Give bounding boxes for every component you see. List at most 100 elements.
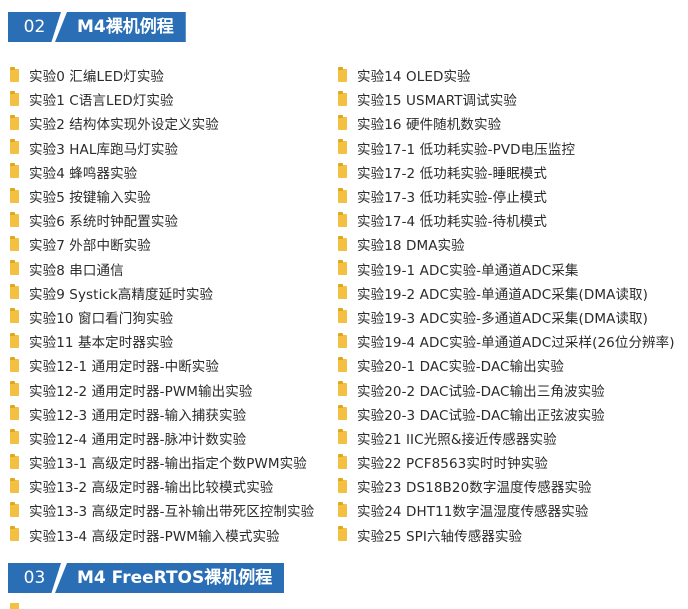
folder-icon (10, 66, 19, 82)
folder-icon (338, 211, 347, 227)
section-header-03: 03 M4 FreeRTOS裸机例程 (8, 563, 285, 593)
list-item[interactable]: 实验13-2 高级定时器-输出比较模式实验 (10, 474, 314, 498)
folder-icon (10, 211, 19, 227)
list-item-label: 实验10 窗口看门狗实验 (29, 310, 174, 327)
folder-icon (338, 308, 347, 324)
list-item-label: 实验20-2 DAC试验-DAC输出三角波实验 (357, 383, 605, 400)
list-item[interactable]: 实验21 IIC光照&接近传感器实验 (338, 426, 675, 450)
list-item-label: 实验23 DS18B20数字温度传感器实验 (357, 480, 592, 497)
list-item-label: 实验5 按键输入实验 (29, 190, 151, 207)
list-item[interactable]: 实验0 汇编LED灯实验 (10, 63, 314, 87)
list-item-label: 实验19-2 ADC实验-单通道ADC采集(DMA读取) (357, 286, 649, 303)
list-item[interactable]: 实验19-2 ADC实验-单通道ADC采集(DMA读取) (338, 281, 675, 305)
list-item-label: 实验7 外部中断实验 (29, 238, 151, 255)
list-item[interactable]: 实验22 PCF8563实时时钟实验 (338, 450, 675, 474)
list-item[interactable]: 实验13-3 高级定时器-互补输出带死区控制实验 (10, 498, 314, 522)
folder-icon (10, 114, 19, 130)
list-item[interactable]: 实验11 基本定时器实验 (10, 329, 314, 353)
folder-icon (338, 260, 347, 276)
list-item[interactable]: 实验20-2 DAC试验-DAC输出三角波实验 (338, 377, 675, 401)
folder-icon (10, 187, 19, 203)
folder-icon (338, 114, 347, 130)
list-item[interactable]: 实验12-4 通用定时器-脉冲计数实验 (10, 426, 314, 450)
list-item-label: 实验16 硬件随机数实验 (357, 117, 502, 134)
list-item[interactable]: 实验7 外部中断实验 (10, 232, 314, 256)
list-item[interactable]: 实验17-3 低功耗实验-停止模式 (338, 184, 675, 208)
list-item[interactable]: 实验25 SPI六轴传感器实验 (338, 523, 675, 547)
list-item-label: 实验17-4 低功耗实验-待机模式 (357, 214, 548, 231)
list-item[interactable]: 实验23 DS18B20数字温度传感器实验 (338, 474, 675, 498)
list-item-label: 实验1 C语言LED灯实验 (29, 93, 174, 110)
list-item-label: 实验24 DHT11数字温湿度传感器实验 (357, 504, 589, 521)
folder-icon (338, 381, 347, 397)
list-item[interactable]: 实验13-1 高级定时器-输出指定个数PWM实验 (10, 450, 314, 474)
folder-icon (10, 477, 19, 493)
folder-icon (10, 526, 19, 542)
folder-icon (10, 453, 19, 469)
folder-icon (338, 139, 347, 155)
folder-icon (10, 356, 19, 372)
folder-icon (10, 332, 19, 348)
list-item-label: 实验20-3 DAC试验-DAC输出正弦波实验 (357, 407, 605, 424)
right-column: 实验14 OLED实验实验15 USMART调试实验 实验16 硬件随机数实验实验… (338, 63, 675, 547)
folder-icon (10, 139, 19, 155)
list-item[interactable]: 实验17-4 低功耗实验-待机模式 (338, 208, 675, 232)
list-item[interactable]: 实验24 DHT11数字温湿度传感器实验 (338, 498, 675, 522)
list-item[interactable]: 实验5 按键输入实验 (10, 184, 314, 208)
list-item[interactable]: 实验8 串口通信 (10, 257, 314, 281)
list-item-label: 实验9 Systick高精度延时实验 (29, 286, 214, 303)
list-item-label: 实验17-3 低功耗实验-停止模式 (357, 190, 548, 207)
section-header-02: 02 M4裸机例程 (8, 12, 186, 42)
folder-icon (338, 429, 347, 445)
list-item-label: 实验13-4 高级定时器-PWM输入模式实验 (29, 528, 280, 545)
list-item[interactable]: 实验10 窗口看门狗实验 (10, 305, 314, 329)
list-item-label: 实验4 蜂鸣器实验 (29, 165, 138, 182)
folder-icon (338, 453, 347, 469)
list-item[interactable]: 实验15 USMART调试实验 (338, 87, 675, 111)
section-number: 03 (8, 563, 61, 593)
list-item-label: 实验25 SPI六轴传感器实验 (357, 528, 523, 545)
list-item[interactable]: 实验17-2 低功耗实验-睡眠模式 (338, 160, 675, 184)
folder-icon (10, 163, 19, 179)
list-item[interactable]: 实验17-1 低功耗实验-PVD电压监控 (338, 136, 675, 160)
list-item[interactable]: 实验16 硬件随机数实验 (338, 111, 675, 135)
list-item-label: 实验19-4 ADC实验-单通道ADC过采样(26位分辨率) (357, 335, 675, 352)
list-item[interactable]: 实验13-4 高级定时器-PWM输入模式实验 (10, 523, 314, 547)
folder-icon (338, 405, 347, 421)
folder-icon (338, 66, 347, 82)
folder-icon (338, 90, 347, 106)
list-item[interactable]: 实验19-1 ADC实验-单通道ADC采集 (338, 257, 675, 281)
list-item[interactable]: 实验9 Systick高精度延时实验 (10, 281, 314, 305)
folder-icon (338, 477, 347, 493)
list-item-label: 实验19-1 ADC实验-单通道ADC采集 (357, 262, 579, 279)
folder-icon (338, 501, 347, 517)
list-item[interactable]: 实验4 蜂鸣器实验 (10, 160, 314, 184)
list-item[interactable]: 实验18 DMA实验 (338, 232, 675, 256)
list-item[interactable]: 实验3 HAL库跑马灯实验 (10, 136, 314, 160)
list-item-label: 实验3 HAL库跑马灯实验 (29, 141, 179, 158)
list-item[interactable]: 实验19-3 ADC实验-多通道ADC采集(DMA读取) (338, 305, 675, 329)
list-item-label: 实验21 IIC光照&接近传感器实验 (357, 431, 557, 448)
section-title: M4 FreeRTOS裸机例程 (55, 563, 285, 593)
list-item-label: 实验12-3 通用定时器-输入捕获实验 (29, 407, 247, 424)
list-item-label: 实验17-1 低功耗实验-PVD电压监控 (357, 141, 576, 158)
list-item-label: 实验13-3 高级定时器-互补输出带死区控制实验 (29, 504, 315, 521)
left-column: 实验0 汇编LED灯实验 实验1 C语言LED灯实验 实验2 结构体实现外设定义实验… (10, 63, 314, 547)
list-item[interactable]: 实验20-3 DAC试验-DAC输出正弦波实验 (338, 402, 675, 426)
list-item[interactable]: 实验1 C语言LED灯实验 (10, 87, 314, 111)
list-item[interactable]: 实验19-4 ADC实验-单通道ADC过采样(26位分辨率) (338, 329, 675, 353)
list-item-label: 实验22 PCF8563实时时钟实验 (357, 456, 548, 473)
list-item[interactable]: 实验2 结构体实现外设定义实验 (10, 111, 314, 135)
folder-icon (10, 235, 19, 251)
list-item-label: 实验13-2 高级定时器-输出比较模式实验 (29, 480, 274, 497)
list-item[interactable]: 实验12-1 通用定时器-中断实验 (10, 353, 314, 377)
list-item[interactable]: 实验20-1 DAC实验-DAC输出实验 (338, 353, 675, 377)
list-item-label: 实验19-3 ADC实验-多通道ADC采集(DMA读取) (357, 310, 649, 327)
list-item[interactable]: 实验6 系统时钟配置实验 (10, 208, 314, 232)
list-item[interactable]: 实验12-2 通用定时器-PWM输出实验 (10, 377, 314, 401)
list-item[interactable]: 实验14 OLED实验 (338, 63, 675, 87)
folder-icon (338, 356, 347, 372)
list-item-label: 实验15 USMART调试实验 (357, 93, 517, 110)
list-item[interactable]: 实验12-3 通用定时器-输入捕获实验 (10, 402, 314, 426)
list-item-label: 实验0 汇编LED灯实验 (29, 69, 165, 86)
